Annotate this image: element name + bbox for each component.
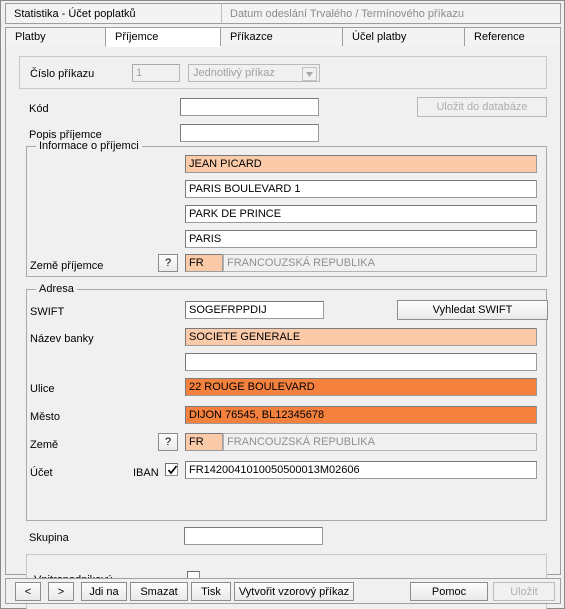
code-input[interactable] xyxy=(180,98,319,116)
tab-prikazce[interactable]: Příkazce xyxy=(220,27,342,47)
swift-label: SWIFT xyxy=(30,306,65,318)
bank-name-label: Název banky xyxy=(30,333,94,345)
street-input[interactable]: 22 ROUGE BOULEVARD xyxy=(185,378,537,396)
header-tab-send-date-label: Datum odeslání Trvalého / Termínového př… xyxy=(230,7,464,20)
header-tab-row: Statistika - Účet poplatků Datum odeslán… xyxy=(5,3,561,24)
create-template-button[interactable]: Vytvořit vzorový příkaz xyxy=(234,582,354,601)
print-button[interactable]: Tisk xyxy=(191,582,231,601)
check-icon xyxy=(167,465,178,475)
iban-checkbox[interactable] xyxy=(165,463,178,476)
tab-ucel-platby-label: Účel platby xyxy=(352,31,407,43)
account-iban-input[interactable]: FR1420041010050500013M02606 xyxy=(185,461,537,479)
main-tab-strip: Platby Příjemce Příkazce Účel platby Ref… xyxy=(5,27,561,47)
tab-platby-label: Platby xyxy=(15,31,46,43)
recipient-country-name-display: FRANCOUZSKÁ REPUBLIKA xyxy=(223,254,537,272)
bank-name-input-2[interactable] xyxy=(185,353,537,371)
header-tab-send-date[interactable]: Datum odeslání Trvalého / Termínového př… xyxy=(221,3,561,24)
address-country-label: Země xyxy=(30,439,59,451)
tab-prikazce-label: Příkazce xyxy=(230,31,273,43)
order-number-label: Číslo příkazu xyxy=(30,68,95,80)
tab-prijemce-label: Příjemce xyxy=(115,31,159,43)
chevron-down-icon[interactable] xyxy=(302,67,317,81)
bank-name-input[interactable]: SOCIETE GENERALE xyxy=(185,328,537,346)
goto-button[interactable]: Jdi na xyxy=(81,582,127,601)
tab-content-prijemce: Číslo příkazu 1 Jednotlivý příkaz Kód Po… xyxy=(5,46,561,609)
order-number-panel: Číslo příkazu 1 Jednotlivý příkaz xyxy=(19,56,547,89)
order-number-input[interactable]: 1 xyxy=(132,64,180,82)
tab-platby[interactable]: Platby xyxy=(5,27,105,47)
swift-lookup-button[interactable]: Vyhledat SWIFT xyxy=(397,300,548,320)
recipient-address-line1-input[interactable]: PARIS BOULEVARD 1 xyxy=(185,180,537,198)
save-to-database-button[interactable]: Uložit do databáze xyxy=(417,97,547,117)
recipient-name-input[interactable]: JEAN PICARD xyxy=(185,155,537,173)
group-label: Skupina xyxy=(29,532,69,544)
account-label: Účet xyxy=(30,467,53,479)
recipient-country-help-button[interactable]: ? xyxy=(158,254,178,272)
address-country-code-input[interactable]: FR xyxy=(185,433,223,451)
address-group: Adresa SWIFT SOGEFRPPDIJ Vyhledat SWIFT … xyxy=(26,283,548,521)
help-button[interactable]: Pomoc xyxy=(410,582,488,601)
tab-ucel-platby[interactable]: Účel platby xyxy=(342,27,464,47)
recipient-address-line2-input[interactable]: PARK DE PRINCE xyxy=(185,205,537,223)
code-label: Kód xyxy=(29,103,49,115)
order-type-combo[interactable]: Jednotlivý příkaz xyxy=(188,64,320,82)
city-input[interactable]: DIJON 76545, BL12345678 xyxy=(185,406,537,424)
tab-reference[interactable]: Reference xyxy=(464,27,561,47)
address-country-name-display: FRANCOUZSKÁ REPUBLIKA xyxy=(223,433,537,451)
street-label: Ulice xyxy=(30,383,55,395)
address-country-help-button[interactable]: ? xyxy=(158,433,178,451)
application-window: Statistika - Účet poplatků Datum odeslán… xyxy=(0,0,565,609)
recipient-info-group: Informace o příjemci JEAN PICARD PARIS B… xyxy=(26,140,547,277)
address-group-title: Adresa xyxy=(36,283,77,295)
tab-prijemce[interactable]: Příjemce xyxy=(105,27,220,47)
tab-reference-label: Reference xyxy=(474,31,525,43)
recipient-address-line3-input[interactable]: PARIS xyxy=(185,230,537,248)
next-button[interactable]: > xyxy=(48,582,74,601)
recipient-description-input[interactable] xyxy=(180,124,319,142)
header-tab-statistics[interactable]: Statistika - Účet poplatků xyxy=(5,3,221,24)
previous-button[interactable]: < xyxy=(15,582,41,601)
delete-button[interactable]: Smazat xyxy=(130,582,188,601)
swift-input[interactable]: SOGEFRPPDIJ xyxy=(185,301,324,319)
order-type-value: Jednotlivý příkaz xyxy=(193,67,275,79)
group-input[interactable] xyxy=(184,527,323,545)
recipient-country-label: Země příjemce xyxy=(30,260,104,272)
city-label: Město xyxy=(30,411,60,423)
recipient-country-code-input[interactable]: FR xyxy=(185,254,223,272)
header-tab-statistics-label: Statistika - Účet poplatků xyxy=(14,7,136,20)
iban-label: IBAN xyxy=(133,467,159,479)
bottom-toolbar: < > Jdi na Smazat Tisk Vytvořit vzorový … xyxy=(5,578,561,604)
recipient-info-group-title: Informace o příjemci xyxy=(36,140,142,152)
save-button[interactable]: Uložit xyxy=(493,582,555,601)
